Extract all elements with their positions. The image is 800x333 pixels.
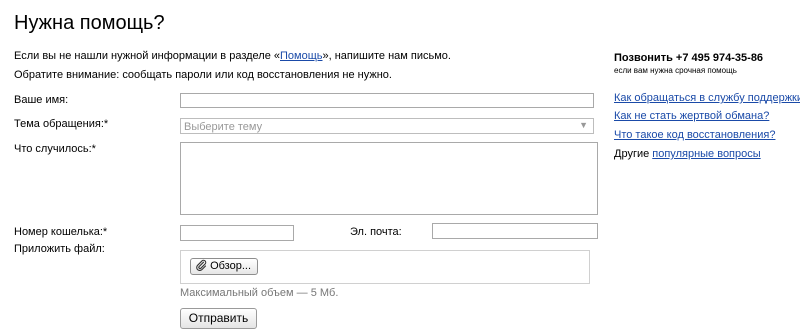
topic-placeholder: Выберите тему [184,121,263,133]
name-label: Ваше имя: [14,94,69,106]
attach-label: Приложить файл: [14,243,105,255]
what-textarea[interactable] [180,142,598,215]
attach-box: Обзор... [180,250,590,284]
support-phone-note: если вам нужна срочная помощь [614,66,737,75]
browse-label: Обзор... [210,260,252,272]
browse-button[interactable]: Обзор... [190,258,258,275]
wallet-label: Номер кошелька:* [14,226,108,238]
page-title: Нужна помощь? [14,12,165,34]
wallet-input[interactable] [180,225,294,241]
support-phone: Позвонить +7 495 974-35-86 [614,52,764,64]
link-avoid-fraud[interactable]: Как не стать жертвой обмана? [614,110,769,122]
email-input[interactable] [432,223,598,239]
other-questions: Другие популярные вопросы [614,148,761,160]
what-label: Что случилось:* [14,143,96,155]
help-link[interactable]: Помощь [280,50,323,62]
intro-text-after: », напишите нам письмо. [322,50,451,62]
link-how-to-contact-support[interactable]: Как обращаться в службу поддержки? [614,92,800,104]
intro-line-1: Если вы не нашли нужной информации в раз… [14,50,451,62]
topic-label: Тема обращения:* [14,118,109,130]
submit-button[interactable]: Отправить [180,308,257,329]
link-recovery-code[interactable]: Что такое код восстановления? [614,129,775,141]
intro-text-before: Если вы не нашли нужной информации в раз… [14,50,280,62]
other-questions-prefix: Другие [614,148,653,160]
name-input[interactable] [180,93,594,108]
email-label: Эл. почта: [350,226,402,238]
max-size-hint: Максимальный объем — 5 Мб. [180,287,339,299]
popular-questions-link[interactable]: популярные вопросы [652,148,760,160]
paperclip-icon [196,259,207,271]
intro-line-2: Обратите внимание: сообщать пароли или к… [14,69,392,81]
topic-select[interactable]: Выберите тему ▼ [180,118,594,134]
chevron-down-icon: ▼ [579,120,588,130]
